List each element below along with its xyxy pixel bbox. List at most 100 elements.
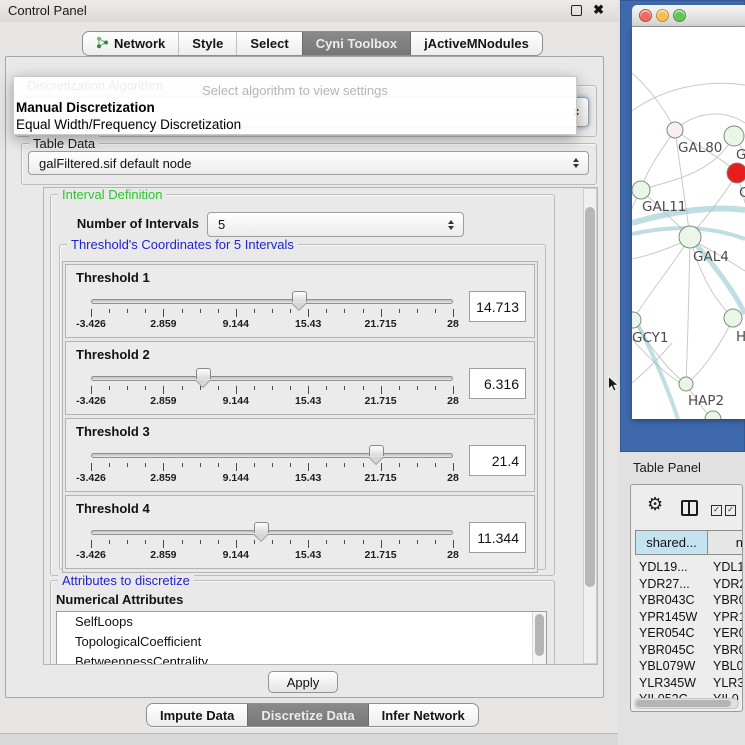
tab-label: Cyni Toolbox bbox=[316, 36, 397, 51]
slider-track[interactable] bbox=[91, 530, 453, 535]
network-node[interactable] bbox=[727, 163, 745, 183]
table-cell[interactable]: YBR043C bbox=[639, 593, 695, 607]
algorithm-option[interactable]: Manual Discretization bbox=[16, 100, 155, 115]
network-window-titlebar[interactable] bbox=[632, 5, 745, 27]
column-header[interactable]: shared... bbox=[635, 530, 708, 555]
scale-label: 21.715 bbox=[365, 472, 397, 484]
network-icon bbox=[96, 36, 109, 52]
network-node[interactable] bbox=[724, 126, 744, 146]
threshold-value-field[interactable]: 14.713 bbox=[469, 291, 526, 322]
scale-label: 21.715 bbox=[365, 549, 397, 561]
table-data-value: galFiltered.sif default node bbox=[39, 156, 191, 171]
threshold-value-field[interactable]: 21.4 bbox=[469, 445, 526, 476]
threshold-label: Threshold 4 bbox=[76, 501, 150, 516]
network-node[interactable] bbox=[705, 411, 721, 419]
tab-select[interactable]: Select bbox=[236, 32, 301, 55]
tab-impute-data[interactable]: Impute Data bbox=[147, 704, 247, 726]
threshold-value-field[interactable]: 6.316 bbox=[469, 368, 526, 399]
table-row[interactable]: YER054C YER0 bbox=[631, 626, 743, 643]
bottom-tab-bar: Impute DataDiscretize DataInfer Network bbox=[146, 703, 479, 727]
table-cell[interactable]: YDL19... bbox=[639, 560, 688, 574]
table-row[interactable]: YPR145W YPR1 bbox=[631, 610, 743, 627]
checkbox-icon[interactable]: ✓ bbox=[711, 505, 722, 516]
slider-scale: -3.4262.8599.14415.4321.71528 bbox=[91, 395, 454, 408]
network-node-label: GA bbox=[736, 147, 745, 163]
column-header[interactable]: na bbox=[707, 530, 743, 555]
network-node[interactable] bbox=[632, 181, 650, 199]
slider-ticks bbox=[91, 386, 454, 395]
tab-cyni-toolbox[interactable]: Cyni Toolbox bbox=[302, 32, 410, 55]
table-row[interactable]: YDL19... YDL1 bbox=[631, 560, 743, 577]
algorithm-option[interactable]: Equal Width/Frequency Discretization bbox=[16, 117, 241, 132]
network-window: GAL80 GA C GAL11 GAL4 GCY1 H HAP2 bbox=[620, 0, 745, 452]
table-cell[interactable]: YDR2 bbox=[713, 577, 743, 591]
slider-thumb[interactable] bbox=[369, 445, 384, 456]
group-title: Table Data bbox=[29, 136, 99, 151]
slider-track[interactable] bbox=[91, 376, 453, 381]
checkbox-icon[interactable]: ✓ bbox=[725, 505, 736, 516]
network-node-label: HAP2 bbox=[688, 393, 724, 409]
table-cell[interactable]: YBR0 bbox=[713, 593, 743, 607]
table-horizontal-scrollbar bbox=[634, 698, 739, 709]
list-scrollbar-thumb[interactable] bbox=[535, 614, 544, 656]
scale-label: 21.715 bbox=[365, 318, 397, 330]
table-row[interactable]: YBR045C YBR0 bbox=[631, 643, 743, 660]
tab-network[interactable]: Network bbox=[83, 32, 178, 55]
slider-thumb[interactable] bbox=[254, 522, 269, 533]
network-node-label: C bbox=[739, 185, 745, 201]
gear-icon[interactable]: ⚙ bbox=[647, 495, 663, 513]
table-cell[interactable]: YER054C bbox=[639, 626, 695, 640]
zoom-traffic-light-icon[interactable] bbox=[673, 9, 686, 22]
main-scrollbar-thumb[interactable] bbox=[585, 207, 595, 587]
num-intervals-spinner[interactable]: 5 bbox=[207, 212, 464, 237]
slider-thumb[interactable] bbox=[196, 368, 211, 379]
algorithm-dropdown-popup: Select algorithm to view settings Manual… bbox=[13, 76, 577, 135]
top-tab-bar: NetworkStyleSelect Cyni Toolbox jActiveMNo… bbox=[82, 31, 543, 56]
tab-discretize-data[interactable]: Discretize Data bbox=[247, 704, 367, 726]
table-cell[interactable]: YLR345W bbox=[639, 676, 696, 690]
tab-jactivemnodules[interactable]: jActiveMNodules bbox=[410, 32, 542, 55]
group-title: Threshold's Coordinates for 5 Intervals bbox=[67, 237, 298, 252]
scale-label: -3.426 bbox=[76, 318, 106, 330]
slider-track[interactable] bbox=[91, 453, 453, 458]
scale-label: 2.859 bbox=[150, 472, 176, 484]
network-node[interactable] bbox=[667, 122, 683, 138]
apply-button[interactable]: Apply bbox=[268, 671, 338, 693]
close-traffic-light-icon[interactable] bbox=[639, 9, 652, 22]
table-row[interactable]: YDR27... YDR2 bbox=[631, 577, 743, 594]
table-cell[interactable]: YBR045C bbox=[639, 643, 695, 657]
network-node-label: GAL80 bbox=[678, 140, 722, 156]
table-scrollbar-thumb[interactable] bbox=[636, 700, 731, 707]
scale-label: 9.144 bbox=[223, 318, 249, 330]
tab-style[interactable]: Style bbox=[178, 32, 236, 55]
split-view-icon[interactable] bbox=[681, 500, 698, 516]
slider-ticks bbox=[91, 463, 454, 472]
slider-thumb[interactable] bbox=[292, 291, 307, 302]
table-cell[interactable]: YBR0 bbox=[713, 643, 743, 657]
network-node[interactable] bbox=[679, 377, 693, 391]
table-cell[interactable]: YBL0 bbox=[713, 659, 743, 673]
attribute-list-item[interactable]: SelfLoops bbox=[57, 612, 546, 632]
tab-infer-network[interactable]: Infer Network bbox=[368, 704, 478, 726]
network-node[interactable] bbox=[679, 226, 701, 248]
threshold-value-field[interactable]: 11.344 bbox=[469, 522, 526, 553]
network-canvas[interactable]: GAL80 GA C GAL11 GAL4 GCY1 H HAP2 bbox=[632, 27, 745, 419]
table-row[interactable]: YBR043C YBR0 bbox=[631, 593, 743, 610]
table-data-select[interactable]: galFiltered.sif default node bbox=[28, 151, 589, 175]
float-window-icon[interactable] bbox=[571, 5, 582, 16]
table-cell[interactable]: YPR145W bbox=[639, 610, 697, 624]
close-icon[interactable]: ✖ bbox=[593, 2, 604, 18]
table-cell[interactable]: YDR27... bbox=[639, 577, 690, 591]
network-node[interactable] bbox=[724, 309, 742, 327]
table-cell[interactable]: YER0 bbox=[713, 626, 743, 640]
minimize-traffic-light-icon[interactable] bbox=[656, 9, 669, 22]
table-cell[interactable]: YDL1 bbox=[713, 560, 743, 574]
table-cell[interactable]: YBL079W bbox=[639, 659, 695, 673]
table-row[interactable]: YLR345W YLR3 bbox=[631, 676, 743, 693]
table-row[interactable]: YBL079W YBL0 bbox=[631, 659, 743, 676]
slider-track[interactable] bbox=[91, 299, 453, 304]
table-cell[interactable]: YLR3 bbox=[713, 676, 743, 690]
attribute-list-item[interactable]: BetweennessCentrality bbox=[57, 652, 546, 665]
attribute-list-item[interactable]: TopologicalCoefficient bbox=[57, 632, 546, 652]
table-cell[interactable]: YPR1 bbox=[713, 610, 743, 624]
